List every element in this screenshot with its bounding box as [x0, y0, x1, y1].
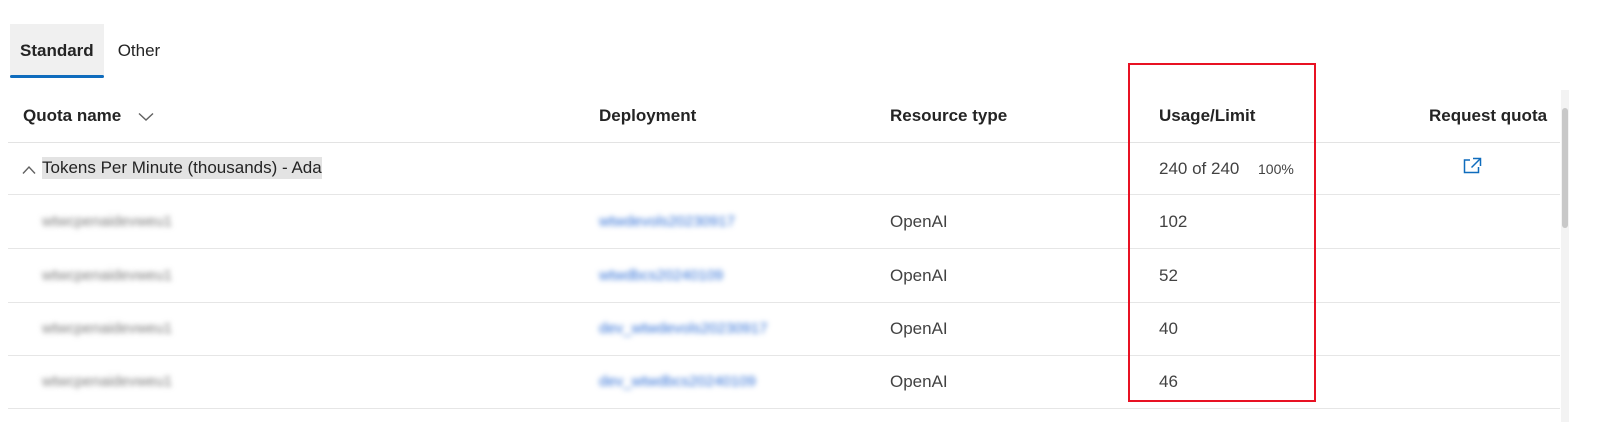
quota-name-cell: wtwcpenaidevweu1 [42, 373, 173, 390]
tab-other[interactable]: Other [104, 24, 175, 78]
deployment-link[interactable]: dev_wtwdevols20230917 [599, 302, 767, 355]
tab-list: Standard Other [10, 24, 174, 78]
resource-type-cell: OpenAI [890, 212, 948, 231]
usage-cell: 40 [1159, 319, 1178, 338]
chevron-up-icon[interactable] [22, 162, 36, 174]
scrollbar-thumb[interactable] [1562, 108, 1568, 228]
group-label: Tokens Per Minute (thousands) - Ada [42, 157, 322, 179]
quota-name-cell: wtwcpenaidevweu1 [42, 320, 173, 337]
table-header: Quota name Deployment Resource type Usag… [8, 90, 1560, 143]
quota-name-cell: wtwcpenaidevweu1 [42, 267, 173, 284]
column-header-request-quota[interactable]: Request quota [1429, 90, 1547, 142]
table-row[interactable]: wtwcpenaidevweu1 wtwdevols20230917 OpenA… [8, 195, 1560, 249]
column-header-deployment[interactable]: Deployment [599, 90, 696, 142]
table-row[interactable]: wtwcpenaidevweu1 dev_wtwdbcs20240109 Ope… [8, 355, 1560, 409]
group-usage: 240 of 240 [1159, 159, 1240, 178]
usage-cell: 102 [1159, 212, 1188, 231]
quota-page: Standard Other Quota name Deployment Res… [0, 0, 1600, 422]
deployment-link[interactable]: wtwdbcs20240109 [599, 249, 723, 302]
quota-name-cell: wtwcpenaidevweu1 [42, 213, 173, 230]
deployment-link[interactable]: dev_wtwdbcs20240109 [599, 355, 756, 408]
table-row[interactable]: wtwcpenaidevweu1 wtwdbcs20240109 OpenAI … [8, 249, 1560, 303]
group-usage-percent: 100% [1258, 161, 1294, 177]
usage-cell: 46 [1159, 372, 1178, 391]
column-header-resource-type[interactable]: Resource type [890, 90, 1007, 142]
open-external-icon[interactable] [1462, 157, 1482, 175]
deployment-link[interactable]: wtwdevols20230917 [599, 195, 735, 248]
chevron-down-icon[interactable] [138, 91, 154, 143]
column-header-usage-limit[interactable]: Usage/Limit [1159, 90, 1255, 142]
usage-cell: 52 [1159, 266, 1178, 285]
resource-type-cell: OpenAI [890, 372, 948, 391]
resource-type-cell: OpenAI [890, 319, 948, 338]
vertical-scrollbar[interactable] [1561, 90, 1569, 422]
resource-type-cell: OpenAI [890, 266, 948, 285]
group-row[interactable]: Tokens Per Minute (thousands) - Ada 240 … [8, 143, 1560, 195]
table-row[interactable]: wtwcpenaidevweu1 dev_wtwdevols20230917 O… [8, 302, 1560, 356]
column-header-quota-name[interactable]: Quota name [23, 90, 154, 142]
column-header-quota-name-label: Quota name [23, 106, 122, 125]
tab-standard[interactable]: Standard [10, 24, 104, 78]
